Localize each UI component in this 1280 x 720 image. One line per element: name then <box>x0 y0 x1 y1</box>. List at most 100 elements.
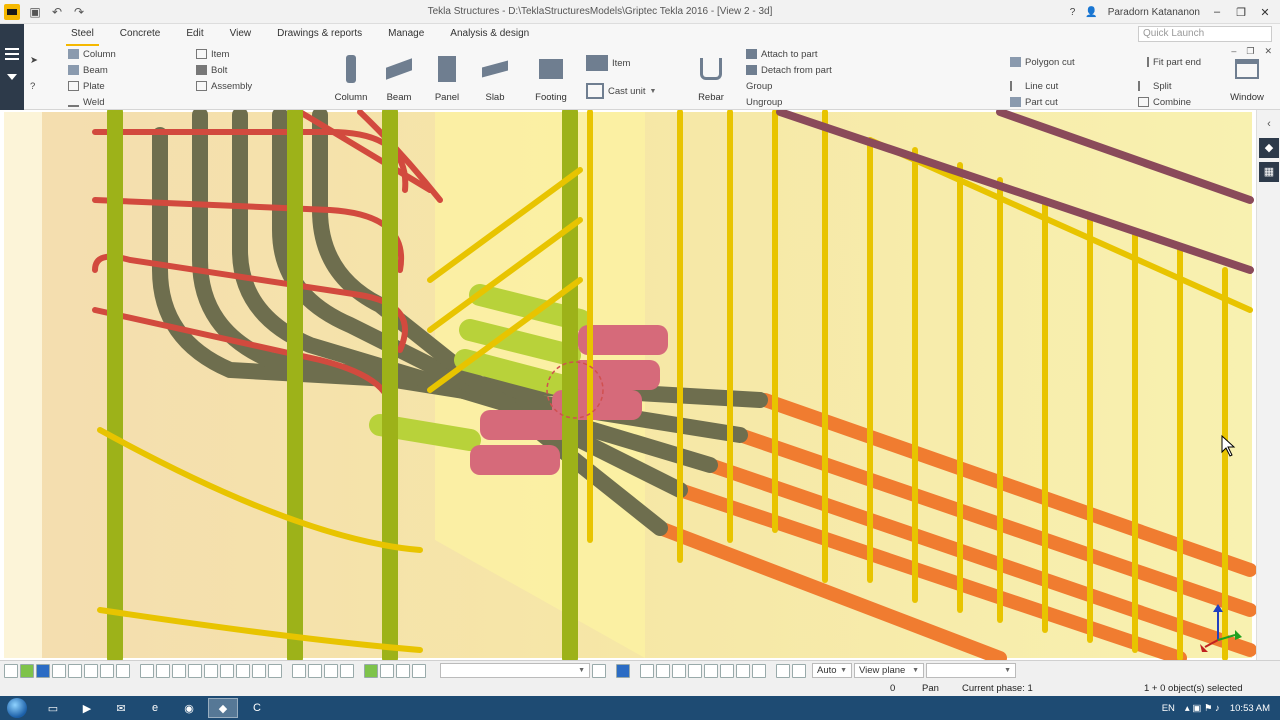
snap-intersection-icon[interactable] <box>188 663 202 678</box>
properties-panel-icon[interactable]: ◆ <box>1259 138 1279 158</box>
drag-drop-icon[interactable] <box>380 663 394 678</box>
select-assembly-icon[interactable] <box>396 663 410 678</box>
command-dropdown[interactable]: ▼ <box>440 663 590 678</box>
cast-unit-button[interactable]: Cast unit ▼ <box>586 80 656 102</box>
group-button[interactable]: Group <box>746 78 832 94</box>
steel-column-button[interactable]: Column <box>68 46 116 62</box>
menu-icon[interactable] <box>5 48 19 50</box>
select-grid-icon[interactable] <box>52 663 66 678</box>
select-arrow-icon[interactable]: ➤ <box>30 52 38 68</box>
taskbar-ie-icon[interactable]: e <box>140 698 170 718</box>
bolt-button[interactable]: Bolt <box>196 62 252 78</box>
fit-part-end-button[interactable]: Fit part end <box>1138 54 1201 70</box>
snap-reference-icon[interactable] <box>268 663 282 678</box>
tab-view[interactable]: View <box>217 24 265 44</box>
minimize-button[interactable]: – <box>1210 6 1224 18</box>
snap-nearest-icon[interactable] <box>236 663 250 678</box>
cast-unit-caret-icon[interactable]: ▼ <box>650 88 657 95</box>
polygon-cut-button[interactable]: Polygon cut <box>1010 54 1075 70</box>
rebar-button[interactable]: Rebar <box>688 52 734 103</box>
concrete-item-button[interactable]: Item <box>586 52 656 74</box>
line-cut-button[interactable]: Line cut <box>1010 78 1075 94</box>
snap-circle-icon[interactable] <box>672 663 686 678</box>
smart-select-icon[interactable] <box>364 663 378 678</box>
part-cut-button[interactable]: Part cut <box>1010 94 1075 110</box>
tab-manage[interactable]: Manage <box>375 24 437 44</box>
steel-weld-button[interactable]: Weld <box>68 94 116 110</box>
taskbar-media-icon[interactable]: ▶ <box>72 698 102 718</box>
snap-extension-icon[interactable] <box>308 663 322 678</box>
catalog-panel-icon[interactable]: ▦ <box>1259 162 1279 182</box>
tab-analysis-design[interactable]: Analysis & design <box>437 24 542 44</box>
snap-x2-icon[interactable] <box>720 663 734 678</box>
restore-button[interactable]: ❐ <box>1234 6 1248 19</box>
snap-perpendicular-icon[interactable] <box>204 663 218 678</box>
attach-to-part-button[interactable]: Attach to part <box>746 46 832 62</box>
split-button[interactable]: Split <box>1138 78 1201 94</box>
assembly-button[interactable]: Assembly <box>196 78 252 94</box>
snap-x-icon[interactable] <box>640 663 654 678</box>
close-button[interactable]: ✕ <box>1258 6 1272 19</box>
snap-wave-icon[interactable] <box>752 663 766 678</box>
tab-concrete[interactable]: Concrete <box>107 24 174 44</box>
taskbar-explorer-icon[interactable]: ▭ <box>38 698 68 718</box>
quick-launch-input[interactable]: Quick Launch <box>1138 26 1272 42</box>
select-cursor-icon[interactable] <box>616 663 630 678</box>
clock[interactable]: 10:53 AM <box>1230 703 1270 714</box>
snap-cross-icon[interactable] <box>704 663 718 678</box>
select-all-icon[interactable] <box>4 663 18 678</box>
plane-dropdown[interactable]: View plane ▼ <box>854 663 924 678</box>
snap-line-icon[interactable] <box>220 663 234 678</box>
detach-from-part-button[interactable]: Detach from part <box>746 62 832 78</box>
combine-button[interactable]: Combine <box>1138 94 1201 110</box>
filter-icon[interactable] <box>592 663 606 678</box>
taskbar-chrome-icon[interactable]: ◉ <box>174 698 204 718</box>
taskbar-tekla-icon[interactable]: ◆ <box>208 698 238 718</box>
query-icon[interactable]: ? <box>30 78 38 94</box>
rebar-model-canvas[interactable] <box>0 110 1256 660</box>
zoom-icon[interactable] <box>412 663 426 678</box>
select-parts-icon[interactable] <box>20 663 34 678</box>
concrete-slab-button[interactable]: Slab <box>472 52 518 103</box>
help-button[interactable]: ? <box>1070 7 1076 18</box>
snap-center-icon[interactable] <box>156 663 170 678</box>
concrete-beam-button[interactable]: Beam <box>376 52 422 103</box>
select-surface-icon[interactable] <box>36 663 50 678</box>
user-name[interactable]: Paradorn Katananon <box>1108 7 1200 18</box>
snap-depth-dropdown[interactable]: Auto ▼ <box>812 663 852 678</box>
extra-dropdown[interactable]: ▼ <box>926 663 1016 678</box>
snap-plane-icon[interactable] <box>340 663 354 678</box>
taskbar-camtasia-icon[interactable]: C <box>242 698 272 718</box>
snap-box-icon[interactable] <box>656 663 670 678</box>
concrete-footing-button[interactable]: Footing <box>528 52 574 103</box>
tab-steel[interactable]: Steel <box>58 24 107 46</box>
snap-end-icon[interactable] <box>140 663 154 678</box>
tab-drawings-reports[interactable]: Drawings & reports <box>264 24 375 44</box>
collapse-arrow-icon[interactable]: ‹ <box>1259 114 1279 134</box>
select-cuts-icon[interactable] <box>116 663 130 678</box>
tray-icons[interactable]: ▴ ▣ ⚑ ♪ <box>1185 703 1220 714</box>
language-indicator[interactable]: EN <box>1162 703 1175 714</box>
ungroup-button[interactable]: Ungroup <box>746 94 832 110</box>
taskbar-outlook-icon[interactable]: ✉ <box>106 698 136 718</box>
window-button[interactable]: Window <box>1224 52 1270 103</box>
steel-item-button[interactable]: Item <box>196 46 252 62</box>
snap-triangle-icon[interactable] <box>688 663 702 678</box>
concrete-column-button[interactable]: Column <box>328 52 374 103</box>
select-points-icon[interactable] <box>68 663 82 678</box>
snap-any-icon[interactable] <box>252 663 266 678</box>
steel-plate-button[interactable]: Plate <box>68 78 116 94</box>
snap-geometry-icon[interactable] <box>292 663 306 678</box>
file-menu-strip[interactable] <box>0 24 24 110</box>
select-welds-icon[interactable] <box>100 663 114 678</box>
snap-ortho-icon[interactable] <box>324 663 338 678</box>
tab-edit[interactable]: Edit <box>173 24 216 44</box>
steel-beam-button[interactable]: Beam <box>68 62 116 78</box>
snap-x3-icon[interactable] <box>736 663 750 678</box>
select-components-icon[interactable] <box>84 663 98 678</box>
model-view-3d[interactable]: ‹ ◆ ▦ <box>0 110 1280 660</box>
concrete-panel-button[interactable]: Panel <box>424 52 470 103</box>
grid-snap-icon[interactable] <box>776 663 790 678</box>
start-button[interactable] <box>0 696 34 720</box>
grid-snap2-icon[interactable] <box>792 663 806 678</box>
